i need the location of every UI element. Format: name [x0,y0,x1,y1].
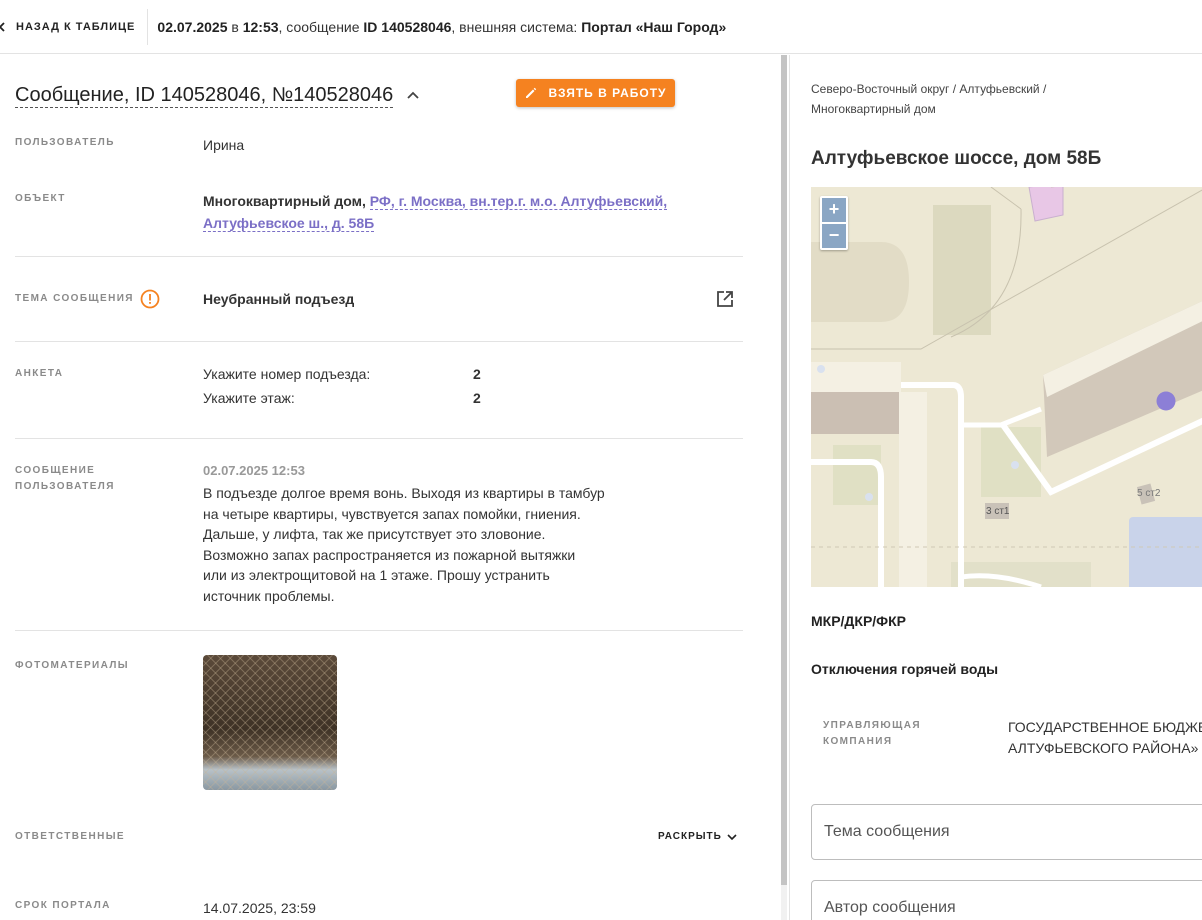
breadcrumb-line: Многоквартирный дом [811,102,936,116]
topic-value: Неубранный подъезд [203,291,355,307]
message-author-input[interactable] [811,880,1202,920]
message-details-panel: Сообщение, ID 140528046, №140528046 ВЗЯТ… [0,55,781,920]
expand-responsible-button[interactable]: РАСКРЫТЬ [658,831,738,842]
management-company-label-line: УПРАВЛЯЮЩАЯ [823,720,921,731]
back-label: НАЗАД К ТАБЛИЦЕ [16,20,136,33]
header-message-id: ID 140528046 [363,18,452,35]
message-line: Возможно запах распространяется из пожар… [203,546,576,563]
message-line: источник проблемы. [203,587,335,604]
pencil-icon [526,87,537,98]
object-label: ОБЪЕКТ [15,193,66,204]
photos-label: ФОТОМАТЕРИАЛЫ [15,660,129,671]
user-message-text: В подъезде долгое время вонь. Выходя из … [203,483,613,606]
object-address-title: Алтуфьевское шоссе, дом 58Б [811,148,1102,169]
header-in: в [231,18,239,35]
user-message-date: 02.07.2025 12:53 [203,463,305,478]
survey-answer: 2 [473,366,481,382]
zoom-out-button[interactable]: − [822,224,846,248]
message-title[interactable]: Сообщение, ID 140528046, №140528046 [15,83,394,108]
management-company-label: УПРАВЛЯЮЩАЯ КОМПАНИЯ [823,718,921,750]
message-header-info: 02.07.2025 в 12:53, сообщение ID 1405280… [157,19,726,35]
portal-deadline-value: 14.07.2025, 23:59 [203,900,316,916]
responsible-label: ОТВЕТСТВЕННЫЕ [15,831,125,842]
map-label-building: 5 ст2 [1137,488,1161,499]
user-message-label: СООБЩЕНИЕ ПОЛЬЗОВАТЕЛЯ [15,463,115,495]
message-line: на четыре квартиры, чувствуется запах по… [203,505,581,522]
separator [15,630,743,631]
topic-label: ТЕМА СООБЩЕНИЯ [15,293,134,304]
header-system-word: , внешняя система: [451,18,578,35]
message-line: Дальше, у лифта, так же присутствует это… [203,526,546,542]
top-bar: НАЗАД К ТАБЛИЦЕ 02.07.2025 в 12:53, сооб… [0,0,1202,54]
back-to-table-button[interactable]: НАЗАД К ТАБЛИЦЕ [0,0,147,54]
header-date: 02.07.2025 [157,18,228,35]
user-message-label-line: ПОЛЬЗОВАТЕЛЯ [15,481,115,492]
chevron-up-icon[interactable] [405,89,421,101]
user-label: ПОЛЬЗОВАТЕЛЬ [15,137,115,148]
map-canvas [811,187,1202,587]
message-topic-input[interactable] [811,804,1202,860]
management-company-value: ГОСУДАРСТВЕННОЕ БЮДЖЕТ АЛТУФЬЕВСКОГО РАЙ… [1008,717,1202,759]
separator [15,438,743,439]
breadcrumb-line: Северо-Восточный округ / Алтуфьевский / [811,82,1047,96]
separator [15,256,743,257]
portal-deadline-label: СРОК ПОРТАЛА [15,900,111,911]
management-company-line: ГОСУДАРСТВЕННОЕ БЮДЖЕТ [1008,719,1202,735]
survey-answer: 2 [473,390,481,406]
separator [15,341,743,342]
photo-thumbnail[interactable] [203,655,337,790]
survey-question: Укажите номер подъезда: [203,366,371,382]
scrollbar-thumb[interactable] [781,55,787,885]
chevron-left-icon [0,21,5,32]
chevron-down-icon [727,833,737,840]
take-to-work-label: ВЗЯТЬ В РАБОТУ [548,86,667,100]
take-to-work-button[interactable]: ВЗЯТЬ В РАБОТУ [516,79,675,107]
header-message-word: , сообщение [278,18,360,35]
survey-label: АНКЕТА [15,368,64,379]
hot-water-section[interactable]: Отключения горячей воды [811,661,998,677]
management-company-line: АЛТУФЬЕВСКОГО РАЙОНА» [1008,740,1199,756]
object-type: Многоквартирный дом, [203,193,366,209]
breadcrumb: Северо-Восточный округ / Алтуфьевский / … [811,79,1101,119]
external-link-icon[interactable] [715,289,735,309]
message-line: В подъезде долгое время вонь. Выходя из … [203,485,605,501]
expand-label: РАСКРЫТЬ [658,831,722,842]
user-message-label-line: СООБЩЕНИЕ [15,465,96,476]
zoom-in-button[interactable]: + [822,198,846,222]
map-label-building: 3 ст1 [986,506,1010,517]
header-system-name: Портал «Наш Город» [581,18,727,35]
topbar-divider [147,8,149,45]
header-time: 12:53 [242,18,279,35]
map[interactable]: 5 ст2 3 ст1 + − [811,187,1202,587]
survey-question: Укажите этаж: [203,390,295,406]
object-value: Многоквартирный дом, РФ, г. Москва, вн.т… [203,190,743,234]
mkr-dkr-fkr-section[interactable]: МКР/ДКР/ФКР [811,613,906,629]
management-company-label-line: КОМПАНИЯ [823,736,893,747]
message-line: или из электрощитовой на 1 этаже. Прошу … [203,567,550,583]
warning-circle-icon[interactable] [140,289,160,309]
map-zoom-control: + − [820,196,848,250]
user-value: Ирина [203,137,245,153]
object-info-panel: Северо-Восточный округ / Алтуфьевский / … [789,55,1202,920]
